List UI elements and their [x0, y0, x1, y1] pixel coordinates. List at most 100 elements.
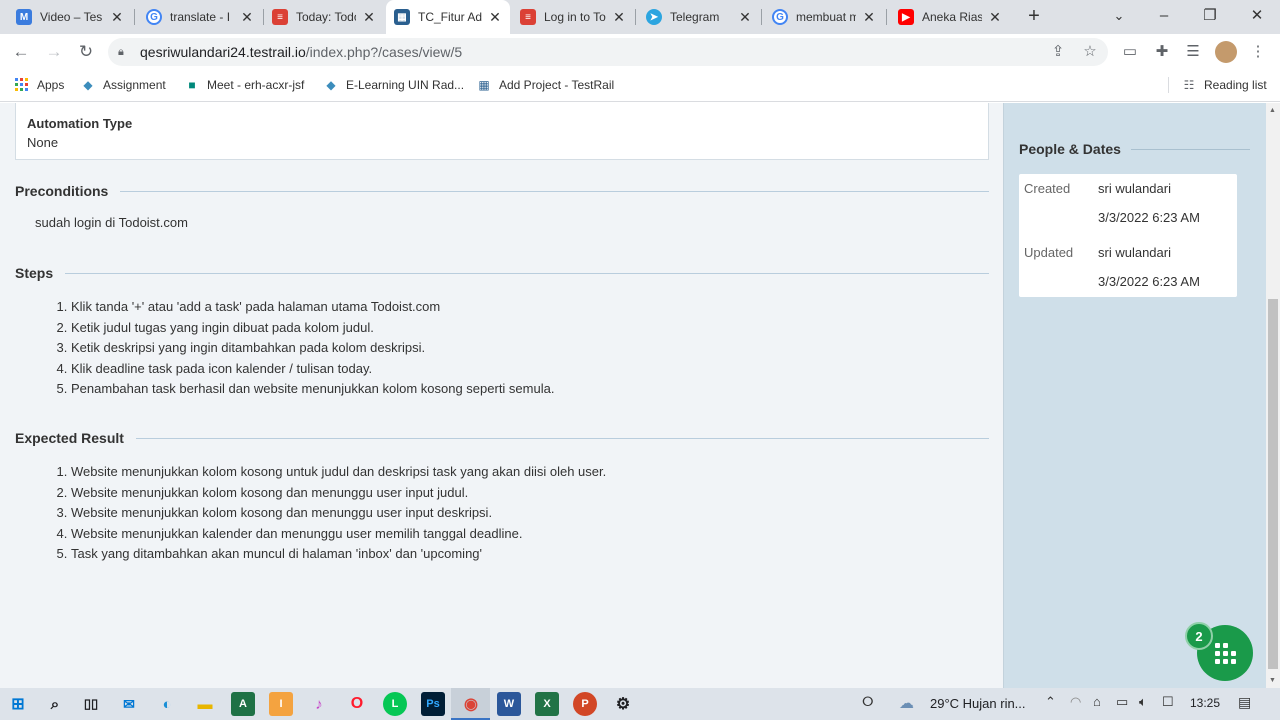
- close-icon[interactable]: ✕: [862, 9, 876, 26]
- close-icon[interactable]: ✕: [110, 9, 124, 26]
- step-item: Klik deadline task pada icon kalender / …: [71, 359, 989, 380]
- bookmark-meet[interactable]: ■ Meet - erh-acxr-jsf: [184, 77, 304, 93]
- weather-text[interactable]: 29°C Hujan rin...: [930, 696, 1026, 711]
- expected-result-title: Expected Result: [15, 430, 124, 446]
- extensions-puzzle-icon[interactable]: ✚: [1150, 40, 1174, 64]
- tab-video[interactable]: M Video – Tes ✕: [8, 0, 132, 34]
- reading-list[interactable]: ☷ Reading list: [1168, 77, 1267, 93]
- close-icon[interactable]: ✕: [240, 9, 254, 26]
- file-explorer-icon[interactable]: ▬: [193, 692, 217, 716]
- close-icon[interactable]: ✕: [362, 9, 376, 26]
- expected-result-list: Website menunjukkan kolom kosong untuk j…: [71, 462, 989, 565]
- testrail-icon: ▦: [478, 78, 490, 92]
- close-icon[interactable]: ✕: [738, 9, 752, 26]
- music-icon[interactable]: ♪: [307, 692, 331, 716]
- scrollbar-thumb[interactable]: [1268, 299, 1278, 669]
- tab-today-todoist[interactable]: ≡ Today: Todo ✕: [264, 0, 384, 34]
- share-icon[interactable]: ⇪: [1046, 40, 1070, 64]
- extension-cast-icon[interactable]: ▭: [1118, 40, 1142, 64]
- notification-center-icon[interactable]: ▤: [1238, 694, 1251, 711]
- excel-icon[interactable]: X: [535, 692, 559, 716]
- created-at: 3/3/2022 6:23 AM: [1098, 210, 1200, 225]
- steps-section: Steps Klik tanda '+' atau 'add a task' p…: [15, 263, 989, 400]
- bookmark-assignment[interactable]: ◆ Assignment: [80, 77, 165, 93]
- bookmark-add-project[interactable]: ▦ Add Project - TestRail: [476, 77, 614, 93]
- network-icon[interactable]: ◠: [1070, 694, 1081, 710]
- created-by: sri wulandari: [1098, 181, 1171, 196]
- menu-kebab-icon[interactable]: ⋮: [1246, 40, 1270, 64]
- weather-cloud-icon[interactable]: ☁: [899, 694, 914, 712]
- powerpoint-icon[interactable]: P: [573, 692, 597, 716]
- close-icon[interactable]: ✕: [488, 9, 502, 26]
- vpn-icon[interactable]: ⌂: [1093, 694, 1101, 709]
- new-tab-button[interactable]: +: [1022, 5, 1046, 29]
- scroll-down-icon[interactable]: ▼: [1269, 677, 1276, 684]
- tab-search-icon[interactable]: ⌄: [1096, 0, 1142, 34]
- photoshop-icon[interactable]: Ps: [421, 692, 445, 716]
- line-icon[interactable]: L: [383, 692, 407, 716]
- avatar[interactable]: [1214, 40, 1238, 64]
- tab-label: translate - I: [170, 10, 231, 24]
- task-view-icon[interactable]: ▯▯: [79, 692, 103, 716]
- spreadsheet-app-icon[interactable]: A: [231, 692, 255, 716]
- bookmark-label: E-Learning UIN Rad...: [346, 78, 465, 92]
- google-icon: G: [146, 9, 162, 25]
- close-icon[interactable]: ✕: [988, 9, 1002, 26]
- close-icon[interactable]: ✕: [612, 9, 626, 26]
- bookmark-star-icon[interactable]: ☆: [1078, 40, 1102, 64]
- chrome-icon[interactable]: ◉: [459, 692, 483, 716]
- tab-label: Log in to To: [544, 10, 606, 24]
- apps-grid-icon: [1214, 642, 1236, 664]
- close-window-icon[interactable]: ✕: [1234, 0, 1280, 34]
- windows-start-icon[interactable]: ⊞: [6, 692, 30, 716]
- scroll-up-icon[interactable]: ▲: [1269, 107, 1276, 114]
- browser-toolbar: ← → ↻ 🔒︎ qesriwulandari24.testrail.io/in…: [0, 34, 1280, 70]
- language-icon[interactable]: ☐: [1162, 694, 1174, 710]
- bookmark-apps[interactable]: Apps: [14, 77, 64, 93]
- notification-badge[interactable]: 2: [1185, 622, 1213, 650]
- updated-at: 3/3/2022 6:23 AM: [1098, 274, 1200, 289]
- page-scrollbar[interactable]: ▲ ▼: [1266, 103, 1280, 688]
- app-icon[interactable]: I: [269, 692, 293, 716]
- restore-icon[interactable]: ❐: [1187, 0, 1233, 34]
- address-bar[interactable]: 🔒︎ qesriwulandari24.testrail.io/index.ph…: [108, 38, 1108, 66]
- word-icon[interactable]: W: [497, 692, 521, 716]
- tab-membuat[interactable]: G membuat m ✕: [764, 0, 884, 34]
- tab-label: Aneka Rias: [922, 10, 982, 24]
- tab-telegram[interactable]: ➤ Telegram ✕: [638, 0, 760, 34]
- section-divider: [1130, 148, 1250, 150]
- steps-list: Klik tanda '+' atau 'add a task' pada ha…: [71, 297, 989, 400]
- section-divider: [135, 437, 989, 439]
- opera-icon[interactable]: O: [345, 692, 369, 716]
- tab-youtube[interactable]: ▶ Aneka Rias ✕: [890, 0, 1010, 34]
- media-queue-icon[interactable]: ☰: [1181, 40, 1205, 64]
- forward-icon[interactable]: →: [42, 40, 66, 64]
- edge-icon[interactable]: ◐: [155, 692, 179, 716]
- chevron-up-icon[interactable]: ⌃: [1045, 694, 1056, 710]
- settings-gear-icon[interactable]: ⚙: [611, 692, 635, 716]
- mail-icon[interactable]: ✉: [117, 692, 141, 716]
- tab-login-todoist[interactable]: ≡ Log in to To ✕: [512, 0, 634, 34]
- preconditions-section: Preconditions sudah login di Todoist.com: [15, 181, 989, 230]
- created-label: Created: [1024, 181, 1071, 196]
- step-item: Penambahan task berhasil dan website men…: [71, 379, 989, 400]
- minimize-icon[interactable]: –: [1141, 0, 1187, 34]
- back-icon[interactable]: ←: [9, 40, 33, 64]
- battery-icon[interactable]: ▭: [1116, 694, 1128, 710]
- updated-by: sri wulandari: [1098, 245, 1171, 260]
- clock-time[interactable]: 13:25: [1190, 696, 1220, 710]
- reload-icon[interactable]: ↻: [74, 40, 98, 64]
- expected-result-section: Expected Result Website menunjukkan kolo…: [15, 428, 989, 565]
- m-letter-icon: M: [16, 9, 32, 25]
- bookmark-elearning[interactable]: ◆ E-Learning UIN Rad...: [323, 77, 464, 93]
- tab-separator: [134, 9, 135, 25]
- meet-icon: ■: [188, 78, 196, 92]
- tab-translate[interactable]: G translate - I ✕: [138, 0, 262, 34]
- people-icon[interactable]: ⵔ: [862, 694, 874, 710]
- search-icon[interactable]: ⌕: [43, 692, 67, 716]
- volume-icon[interactable]: 🔈︎: [1139, 694, 1147, 710]
- tab-separator: [886, 9, 887, 25]
- tab-testrail-active[interactable]: ▦ TC_Fitur Ad ✕: [386, 0, 510, 34]
- todoist-icon: ≡: [520, 9, 536, 25]
- step-item: Ketik deskripsi yang ingin ditambahkan p…: [71, 338, 989, 359]
